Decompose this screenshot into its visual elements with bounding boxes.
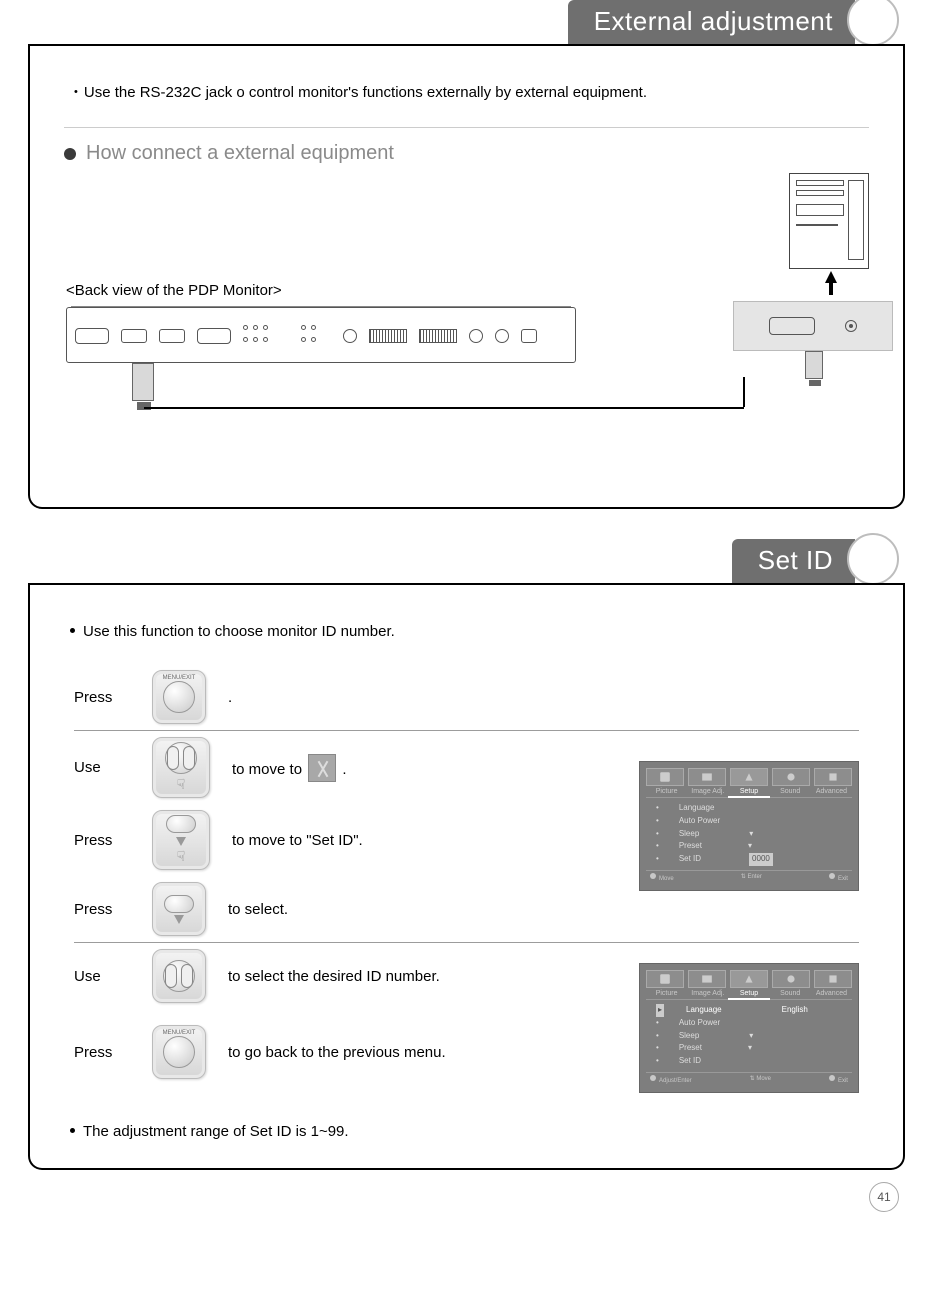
osd-tab-icon (814, 970, 852, 988)
down-nav-button-icon: ☟ (152, 810, 210, 870)
step-text: to move to "Set ID". (232, 832, 617, 849)
port-icon (197, 328, 231, 344)
pc-port-panel (733, 301, 893, 351)
arrow-up-icon (829, 281, 833, 295)
footer-note: The adjustment range of Set ID is 1~99. (70, 1123, 869, 1140)
step-row: Press MENU/EXIT . (74, 664, 859, 730)
audio-jacks-icon (243, 325, 289, 347)
step-row: Press ☟ to move to "Set ID". (74, 804, 617, 876)
intro-text: •Use the RS-232C jack o control monitor'… (74, 84, 869, 101)
set-id-frame: Use this function to choose monitor ID n… (28, 583, 905, 1170)
cable-line (144, 407, 744, 409)
header-decor-circle (847, 0, 899, 46)
left-right-nav-button-icon: ☟ (152, 737, 210, 798)
osd-tab-icon (730, 768, 768, 786)
step-text: to select. (228, 901, 617, 918)
divider (64, 127, 869, 128)
step-row: Press MENU/EXIT to go back to the previo… (74, 1019, 617, 1085)
step-row: Use ☟ to move to . (74, 731, 617, 804)
down-select-button-icon (152, 882, 206, 936)
pdp-back-panel (66, 307, 576, 363)
slot-icon (369, 329, 407, 343)
external-adjustment-frame: •Use the RS-232C jack o control monitor'… (28, 44, 905, 509)
step-action: Press (74, 832, 130, 849)
step-action: Press (74, 1044, 130, 1061)
port-icon (159, 329, 185, 343)
osd-tab-icon (646, 768, 684, 786)
setup-tools-icon (308, 754, 336, 782)
osd-tab-icon (772, 768, 810, 786)
page-footer: 41 (28, 1170, 905, 1218)
osd-tab-icon (772, 970, 810, 988)
osd-tab-icon (646, 970, 684, 988)
osd-screenshot-language: Picture Image Adj. Setup Sound Advanced … (639, 963, 859, 1093)
step-text: . (228, 689, 617, 706)
connection-diagram: <Back view of the PDP Monitor> (64, 173, 869, 473)
osd-screenshot-setup: Picture Image Adj. Setup Sound Advanced … (639, 761, 859, 891)
pc-tower-icon (789, 173, 869, 269)
steps-list: Press MENU/EXIT . Use ☟ (74, 664, 859, 1093)
section-header-setid: Set ID (28, 539, 905, 589)
osd-tab-icon (688, 768, 726, 786)
audio-jacks-icon (301, 325, 331, 347)
osd-tab-icon (814, 768, 852, 786)
port-icon (121, 329, 147, 343)
jack-icon (495, 329, 509, 343)
step-text: to go back to the previous menu. (228, 1044, 617, 1061)
bullet-icon (64, 148, 76, 160)
header-decor-circle (847, 533, 899, 585)
jack-icon (469, 329, 483, 343)
rs232-connector-icon (805, 351, 823, 379)
osd-tab-icon (730, 970, 768, 988)
section-title: Set ID (732, 539, 855, 584)
menu-exit-button-icon: MENU/EXIT (152, 670, 206, 724)
step-text: to select the desired ID number. (228, 968, 617, 985)
step-row: Use to select the desired ID number. (74, 943, 617, 1009)
step-row: Press to select. (74, 876, 617, 942)
step-action: Press (74, 901, 130, 918)
menu-exit-button-icon: MENU/EXIT (152, 1025, 206, 1079)
aux-port-icon (845, 320, 857, 332)
slot-icon (419, 329, 457, 343)
port-icon (75, 328, 109, 344)
page-number: 41 (869, 1182, 899, 1212)
serial-port-icon (769, 317, 815, 335)
section-header-external: External adjustment (28, 0, 905, 50)
hand-pointer-icon: ☟ (177, 848, 186, 865)
step-text: to move to . (232, 754, 617, 782)
section-title: External adjustment (568, 0, 855, 45)
port-icon (521, 329, 537, 343)
jack-icon (343, 329, 357, 343)
intro-text: Use this function to choose monitor ID n… (70, 623, 869, 640)
hand-pointer-icon: ☟ (177, 776, 186, 793)
left-right-nav-button-icon (152, 949, 206, 1003)
osd-tab-icon (688, 970, 726, 988)
cable-line (743, 377, 745, 407)
step-action: Press (74, 689, 130, 706)
step-action: Use (74, 968, 130, 985)
subheading-connect: How connect a external equipment (64, 142, 869, 165)
step-action: Use (74, 759, 130, 776)
rs232-connector-icon (132, 363, 154, 401)
